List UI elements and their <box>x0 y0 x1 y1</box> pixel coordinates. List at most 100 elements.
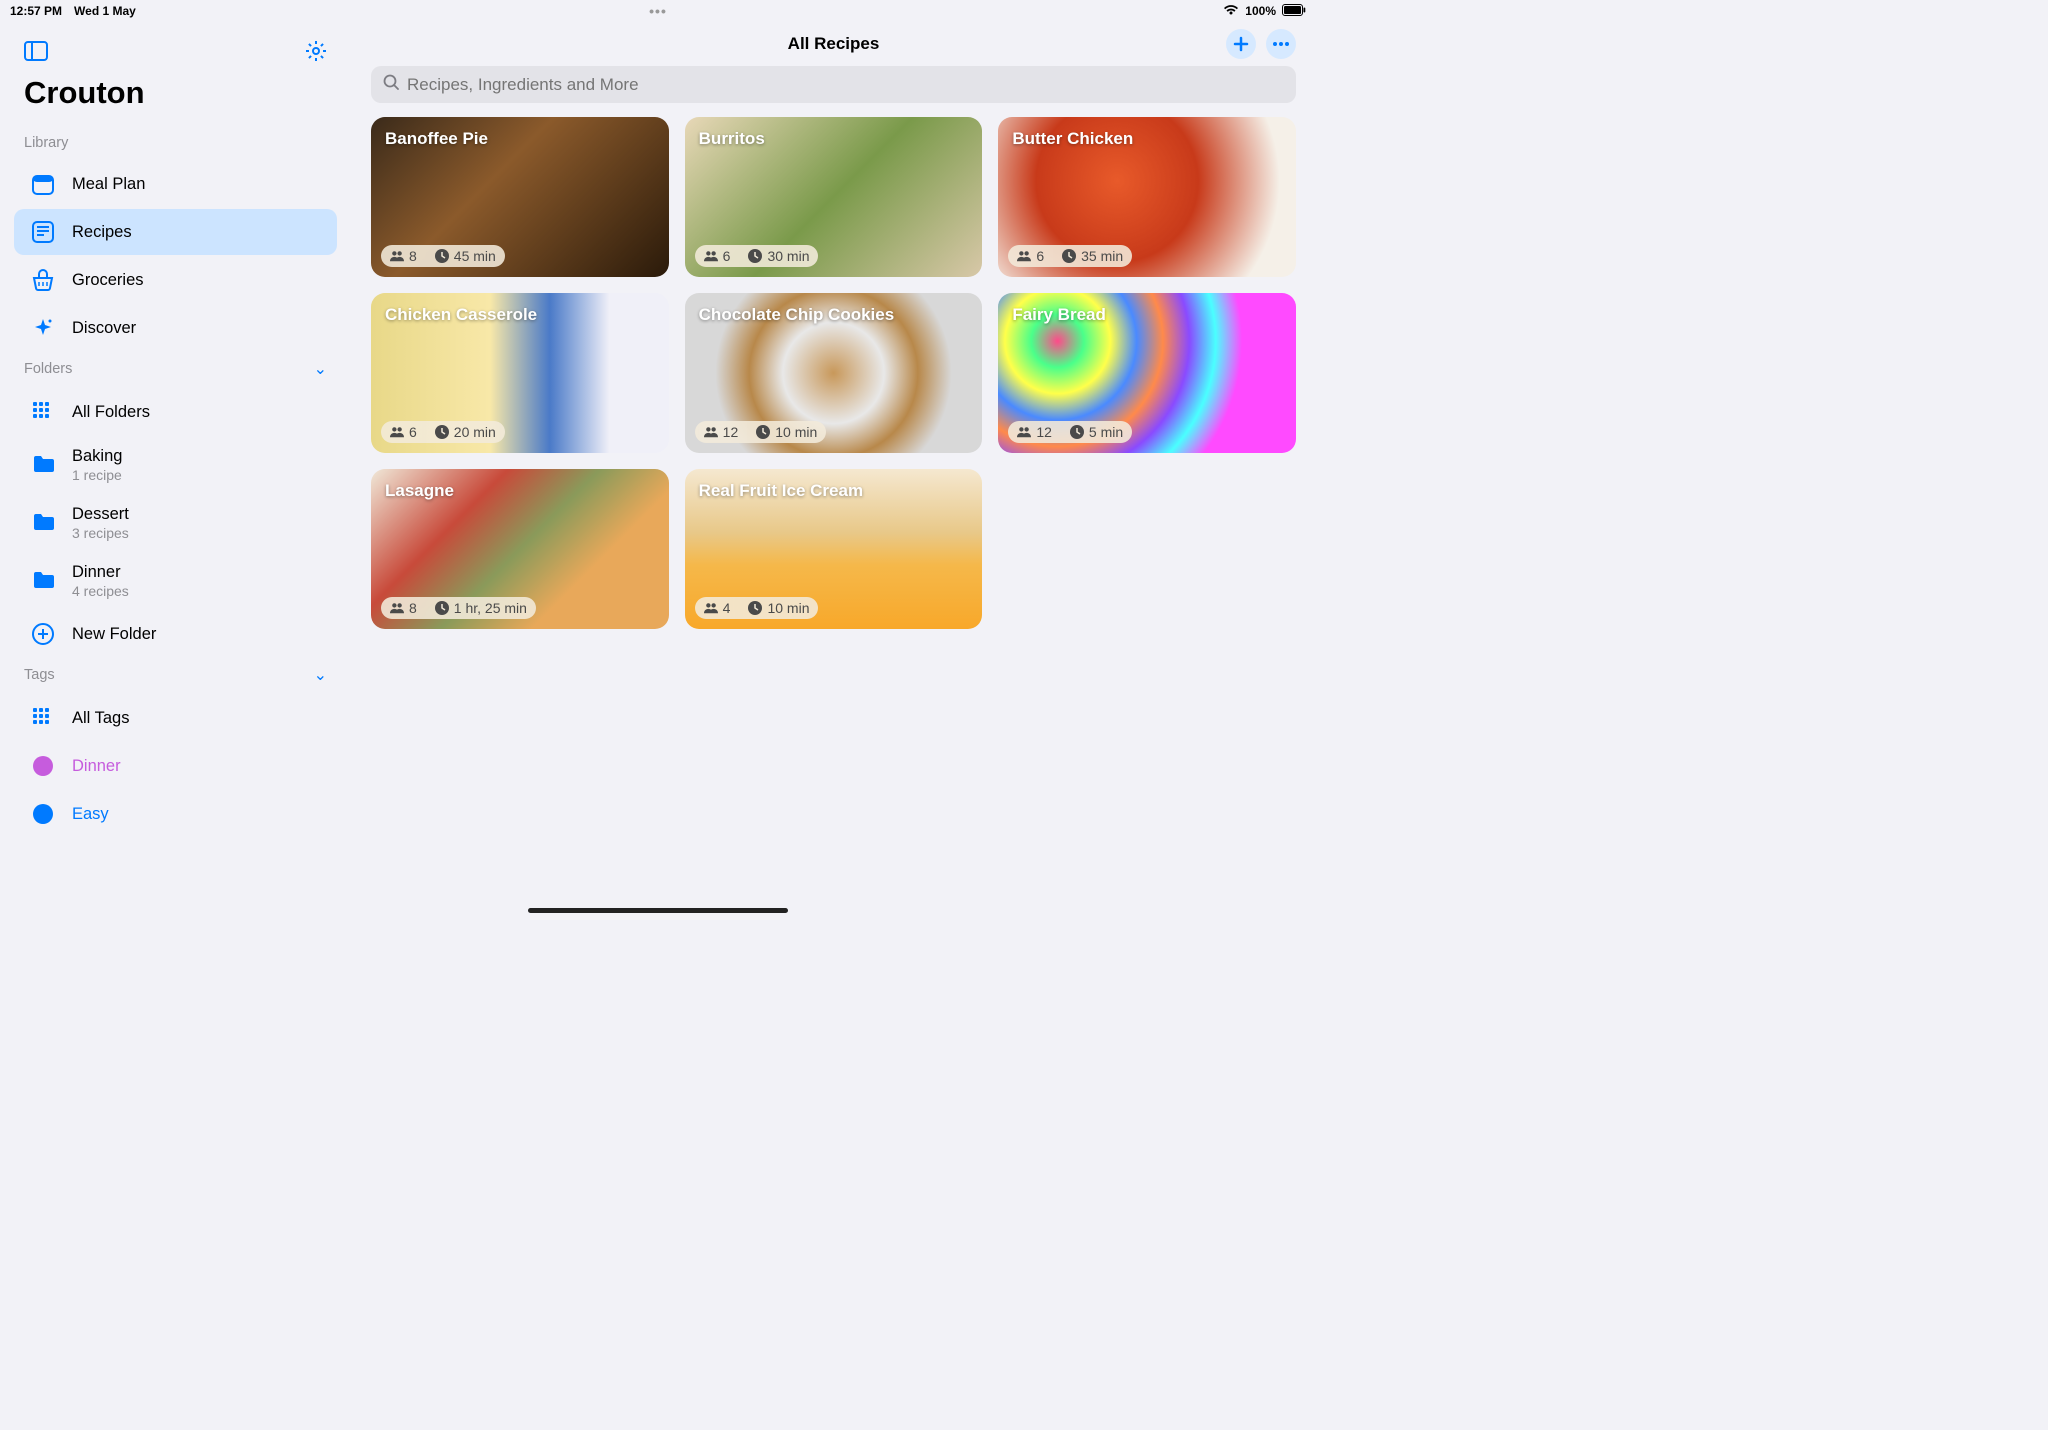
recipe-title: Banoffee Pie <box>385 129 488 149</box>
recipe-meta: 6 35 min <box>1008 245 1132 267</box>
section-label-tags[interactable]: Tags ⌄ <box>0 659 351 693</box>
sidebar-item-label: Baking <box>72 447 122 466</box>
tag-dot-icon <box>30 801 56 827</box>
sidebar-item-tag-easy[interactable]: Easy <box>14 791 337 837</box>
recipe-title: Burritos <box>699 129 765 149</box>
recipe-meta: 12 5 min <box>1008 421 1132 443</box>
sidebar: Crouton Library Meal Plan Recipes Grocer… <box>0 0 351 919</box>
folder-icon <box>30 568 56 594</box>
sidebar-item-sublabel: 1 recipe <box>72 467 122 483</box>
recipe-title: Chicken Casserole <box>385 305 537 325</box>
sidebar-item-sublabel: 4 recipes <box>72 583 129 599</box>
people-icon <box>704 601 718 615</box>
sidebar-item-baking[interactable]: Baking1 recipe <box>14 437 337 493</box>
clock-icon <box>435 425 449 439</box>
recipe-card[interactable]: Real Fruit Ice Cream 4 10 min <box>685 469 983 629</box>
sidebar-item-dessert[interactable]: Dessert3 recipes <box>14 495 337 551</box>
sidebar-item-label: Groceries <box>72 271 144 290</box>
multitask-dots-icon[interactable]: ••• <box>649 3 667 19</box>
clock-icon <box>435 249 449 263</box>
clock-icon <box>748 601 762 615</box>
recipe-card[interactable]: Butter Chicken 6 35 min <box>998 117 1296 277</box>
recipe-title: Real Fruit Ice Cream <box>699 481 863 501</box>
sidebar-item-label: Easy <box>72 805 109 824</box>
more-button[interactable] <box>1266 29 1296 59</box>
sidebar-item-all-folders[interactable]: All Folders <box>14 389 337 435</box>
people-icon <box>704 249 718 263</box>
chevron-down-icon: ⌄ <box>314 359 327 379</box>
sidebar-item-new-folder[interactable]: New Folder <box>14 611 337 657</box>
sidebar-item-discover[interactable]: Discover <box>14 305 337 351</box>
recipe-meta: 8 1 hr, 25 min <box>381 597 536 619</box>
tag-dot-icon <box>30 753 56 779</box>
add-button[interactable] <box>1226 29 1256 59</box>
recipe-card[interactable]: Burritos 6 30 min <box>685 117 983 277</box>
sidebar-item-label: All Tags <box>72 709 129 728</box>
home-indicator[interactable] <box>528 908 788 913</box>
recipe-meta: 6 20 min <box>381 421 505 443</box>
recipe-meta: 8 45 min <box>381 245 505 267</box>
recipe-title: Butter Chicken <box>1012 129 1133 149</box>
folder-icon <box>30 452 56 478</box>
clock-icon <box>756 425 770 439</box>
grid-icon <box>30 705 56 731</box>
people-icon <box>1017 249 1031 263</box>
recipe-card[interactable]: Chicken Casserole 6 20 min <box>371 293 669 453</box>
sidebar-item-label: Meal Plan <box>72 175 145 194</box>
search-icon <box>383 74 399 95</box>
grid-icon <box>30 399 56 425</box>
sidebar-item-label: Dessert <box>72 505 129 524</box>
sidebar-item-label: Discover <box>72 319 136 338</box>
wifi-icon <box>1223 4 1239 19</box>
search-input[interactable] <box>407 75 1284 95</box>
recipe-title: Chocolate Chip Cookies <box>699 305 895 325</box>
sidebar-item-label: Recipes <box>72 223 132 242</box>
sidebar-item-label: New Folder <box>72 625 156 644</box>
recipe-meta: 12 10 min <box>695 421 827 443</box>
recipe-card[interactable]: Banoffee Pie 8 45 min <box>371 117 669 277</box>
sidebar-item-dinner[interactable]: Dinner4 recipes <box>14 553 337 609</box>
page-title: All Recipes <box>788 34 880 54</box>
recipe-title: Fairy Bread <box>1012 305 1106 325</box>
clock-icon <box>1062 249 1076 263</box>
main-content: All Recipes Banoffee Pie 8 45 min Burrit… <box>351 0 1316 919</box>
basket-icon <box>30 267 56 293</box>
recipe-grid: Banoffee Pie 8 45 min Burritos 6 30 min … <box>351 117 1316 649</box>
recipe-card[interactable]: Lasagne 8 1 hr, 25 min <box>371 469 669 629</box>
chevron-down-icon: ⌄ <box>314 665 327 685</box>
app-title: Crouton <box>0 73 351 129</box>
gear-icon[interactable] <box>305 40 327 67</box>
folder-icon <box>30 510 56 536</box>
sidebar-item-all-tags[interactable]: All Tags <box>14 695 337 741</box>
recipe-card[interactable]: Chocolate Chip Cookies 12 10 min <box>685 293 983 453</box>
clock-icon <box>748 249 762 263</box>
sidebar-item-tag-dinner[interactable]: Dinner <box>14 743 337 789</box>
recipe-icon <box>30 219 56 245</box>
status-time: 12:57 PM <box>10 4 62 18</box>
calendar-icon <box>30 171 56 197</box>
search-bar[interactable] <box>371 66 1296 103</box>
sidebar-toggle-icon[interactable] <box>24 41 48 66</box>
sidebar-item-groceries[interactable]: Groceries <box>14 257 337 303</box>
recipe-card[interactable]: Fairy Bread 12 5 min <box>998 293 1296 453</box>
recipe-title: Lasagne <box>385 481 454 501</box>
recipe-meta: 4 10 min <box>695 597 819 619</box>
sidebar-item-label: Dinner <box>72 563 129 582</box>
battery-icon <box>1282 4 1306 19</box>
recipe-meta: 6 30 min <box>695 245 819 267</box>
people-icon <box>390 425 404 439</box>
sidebar-item-meal-plan[interactable]: Meal Plan <box>14 161 337 207</box>
section-label-library: Library <box>0 129 351 159</box>
status-bar: 12:57 PM Wed 1 May ••• 100% <box>0 0 1316 22</box>
sparkle-icon <box>30 315 56 341</box>
sidebar-item-recipes[interactable]: Recipes <box>14 209 337 255</box>
people-icon <box>390 601 404 615</box>
people-icon <box>704 425 718 439</box>
section-label-folders[interactable]: Folders ⌄ <box>0 353 351 387</box>
battery-percent: 100% <box>1245 4 1276 18</box>
people-icon <box>1017 425 1031 439</box>
status-date: Wed 1 May <box>74 4 136 18</box>
sidebar-item-sublabel: 3 recipes <box>72 525 129 541</box>
plus-circle-icon <box>30 621 56 647</box>
sidebar-item-label: Dinner <box>72 757 121 776</box>
